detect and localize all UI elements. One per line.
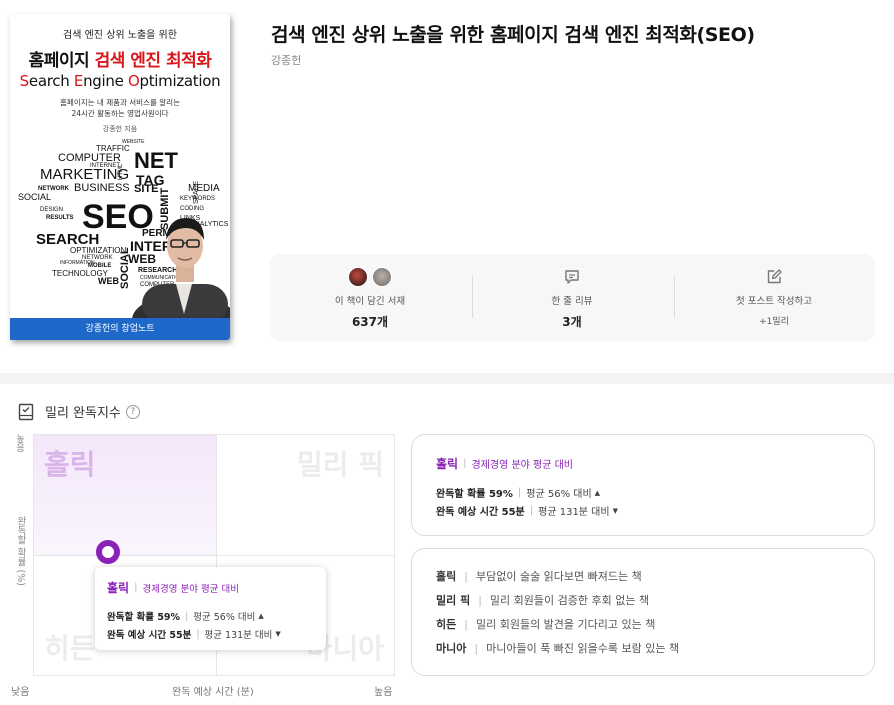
word-4: NET <box>134 148 179 173</box>
stat-reward: +1밀리 <box>759 317 789 327</box>
word-14: DESIGN <box>40 207 63 213</box>
section-divider <box>0 373 894 384</box>
cover-english-title: Search Engine Optimization <box>19 72 221 90</box>
word-11: SOCIAL <box>18 192 51 202</box>
write-post-button[interactable]: 첫 포스트 작성하고 +1밀리 <box>674 266 874 327</box>
book-stats-panel: 이 책이 담긴 서재 637개 한 줄 리뷰 3개 첫 포스트 작성하고 +1밀… <box>270 254 875 341</box>
cover-title: 홈페이지 검색 엔진 최적화 <box>28 51 212 71</box>
stat-label: 이 책이 담긴 서재 <box>334 296 406 307</box>
word-25: WEB <box>128 252 156 266</box>
word-9: SITE <box>134 183 158 195</box>
x-axis-title: 완독 예상 시간 (분) <box>172 687 254 698</box>
tooltip-category: 경제경영 분야 평균 대비 <box>142 583 239 595</box>
x-axis-high-label: 높음 <box>374 687 393 698</box>
word-27: RESEARCH <box>138 267 177 274</box>
cover-top-subtitle: 검색 엔진 상위 노출을 위한 <box>63 30 177 41</box>
help-icon[interactable]: ? <box>125 404 140 419</box>
word-5: MARKETING <box>40 166 129 183</box>
stat-value: 3개 <box>562 315 582 329</box>
quadrant-divider-horizontal <box>34 555 394 556</box>
stat-library-count[interactable]: 이 책이 담긴 서재 637개 <box>270 266 470 330</box>
avatar <box>372 267 392 287</box>
y-axis-high-label: 높음 <box>14 434 24 452</box>
book-title: 검색 엔진 상위 노출을 위한 홈페이지 검색 엔진 최적화(SEO) <box>271 24 755 46</box>
avatar-stack <box>270 266 470 288</box>
summary-category: 경제경영 분야 평균 대비 <box>471 460 574 471</box>
legend-item: 밀리 픽 | 밀리 회원들이 검증한 후회 없는 책 <box>436 593 650 608</box>
avatar <box>348 267 368 287</box>
cover-bottom-bar: 강종헌의 창업노트 <box>10 318 230 340</box>
legend-item: 히든 | 밀리 회원들의 발견을 기다리고 있는 책 <box>436 617 656 632</box>
cover-word-cloud: WEBSITE TRAFFIC COMPUTER INTERNET NET MA… <box>18 139 230 320</box>
x-axis-low-label: 낮음 <box>11 687 30 698</box>
legend-item: 마니아 | 마니아들이 푹 빠진 읽을수록 보람 있는 책 <box>436 641 680 656</box>
quadrant-label-milli-pick: 밀리 픽 <box>296 448 384 481</box>
quadrant-label-hidden: 히든 <box>44 632 96 665</box>
book-position-marker[interactable] <box>96 540 120 564</box>
book-cover[interactable]: 검색 엔진 상위 노출을 위한 홈페이지 검색 엔진 최적화 Search En… <box>10 14 230 340</box>
word-16: RESULTS <box>46 215 74 221</box>
word-33: SUBMIT <box>159 188 171 230</box>
tooltip-type: 홀릭 <box>107 581 130 595</box>
cover-description: 홈페이지는 내 제품과 서비스를 알리는 24시간 활동하는 영업사원이다 <box>60 98 180 118</box>
stat-value: 637개 <box>351 315 389 329</box>
completion-index-header: 밀리 완독지수 ? <box>17 402 140 421</box>
completion-summary-card: 홀릭 | 경제경영 분야 평균 대비 완독할 확률 59% | 평균 56% 대비 ▲… <box>411 434 875 536</box>
word-32: SOCIAL <box>119 247 131 289</box>
summary-type: 홀릭 <box>436 457 459 471</box>
cover-author-credit: 강종헌 지음 <box>102 125 138 133</box>
triangle-down-icon: ▼ <box>275 630 281 638</box>
comment-icon <box>565 270 579 284</box>
quadrant-label-holic: 홀릭 <box>44 448 96 481</box>
y-axis-title: 완독할 확률 (%) <box>15 516 26 586</box>
edit-icon <box>767 269 782 284</box>
summary-probability: 완독할 확률 59% | 평균 56% 대비 ▲ <box>436 487 601 500</box>
legend-item: 홀릭 | 부담없이 술술 읽다보면 빠져드는 책 <box>436 569 642 584</box>
triangle-up-icon: ▲ <box>258 612 264 620</box>
marker-tooltip: 홀릭 | 경제경영 분야 평균 대비 완독할 확률 59% | 평균 56% 대비 ▲… <box>95 567 326 650</box>
book-author[interactable]: 강종헌 <box>271 52 301 68</box>
triangle-down-icon: ▼ <box>612 506 618 515</box>
word-34: SPACE <box>193 180 200 204</box>
section-title: 밀리 완독지수 <box>45 406 121 421</box>
stat-review-count[interactable]: 한 줄 리뷰 3개 <box>472 266 672 330</box>
tooltip-time: 완독 예상 시간 55분 | 평균 131분 대비 ▼ <box>107 628 281 642</box>
word-35: HTML <box>118 163 124 180</box>
word-8: BUSINESS <box>74 182 130 194</box>
triangle-up-icon: ▲ <box>594 488 601 497</box>
quadrant-legend-card: 홀릭 | 부담없이 술술 읽다보면 빠져드는 책 밀리 픽 | 밀리 회원들이 검증한 … <box>411 548 875 676</box>
summary-time: 완독 예상 시간 55분 | 평균 131분 대비 ▼ <box>436 505 618 518</box>
book-check-icon <box>18 403 34 420</box>
stat-label: 첫 포스트 작성하고 <box>736 296 812 307</box>
stat-label: 한 줄 리뷰 <box>551 296 593 307</box>
word-30: WEB <box>98 276 119 286</box>
y-axis: 높음 완독할 확률 (%) <box>13 434 29 676</box>
tooltip-probability: 완독할 확률 59% | 평균 56% 대비 ▲ <box>107 610 264 624</box>
word-15: CODING <box>180 206 204 212</box>
